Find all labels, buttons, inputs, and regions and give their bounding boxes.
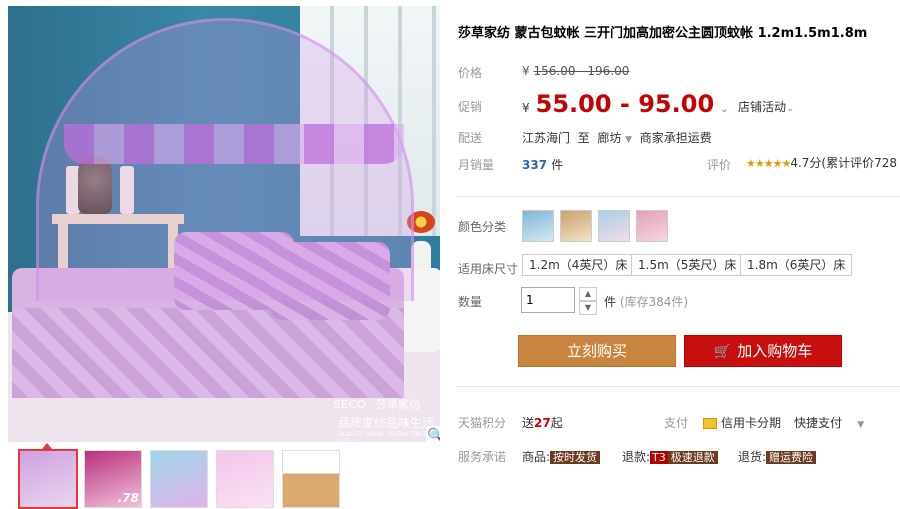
color-swatch[interactable] <box>522 210 554 242</box>
promise-refund: 退款: T3 极速退款 <box>622 448 718 465</box>
zoom-icon[interactable]: 🔍 <box>426 426 440 442</box>
color-label: 颜色分类 <box>458 220 507 234</box>
watermark-logo: SECO 莎草家纺 <box>333 398 420 411</box>
promo-label: 促销 <box>458 100 483 114</box>
color-swatch[interactable] <box>598 210 630 242</box>
qty-label: 数量 <box>458 295 483 309</box>
color-swatch[interactable] <box>560 210 592 242</box>
promise-return: 退货: 赠运费险 <box>738 448 817 465</box>
promo-price: ¥55.00 - 95.00 ⌄ <box>522 90 729 118</box>
size-option-2[interactable]: 1.5m（5英尺）床 <box>631 254 744 276</box>
qty-decrease-button[interactable]: ▼ <box>579 301 597 315</box>
thumbnail[interactable]: .78 <box>84 450 142 508</box>
qty-increase-button[interactable]: ▲ <box>579 287 597 301</box>
quick-pay[interactable]: 快捷支付 ▼ <box>794 414 864 431</box>
caret-down-icon[interactable]: ▼ <box>857 420 864 430</box>
divider <box>456 386 900 387</box>
thumbnail-badge: .78 <box>117 491 139 505</box>
price-label: 价格 <box>458 66 483 80</box>
ship-to-select[interactable]: 廊坊 <box>597 131 621 145</box>
shop-promo-dropdown[interactable]: 店铺活动⌄ <box>738 98 794 115</box>
thumbnail[interactable] <box>18 443 78 509</box>
buy-now-button[interactable]: 立刻购买 <box>518 335 676 367</box>
monthly-sales: 337 件 <box>522 158 564 172</box>
divider <box>456 196 900 197</box>
thumbnail[interactable] <box>150 450 208 508</box>
size-option-3[interactable]: 1.8m（6英尺）床 <box>740 254 853 276</box>
size-option-1[interactable]: 1.2m（4英尺）床 <box>522 254 635 276</box>
cart-icon: 🛒 <box>713 344 732 360</box>
promise-label: 服务承诺 <box>458 450 507 464</box>
points-label: 天猫积分 <box>458 416 507 430</box>
sales-label: 月销量 <box>458 158 495 172</box>
original-price: ¥ 156.00 - 196.00 <box>522 64 630 78</box>
chevron-down-icon: ⌄ <box>786 103 795 114</box>
credit-installment[interactable]: 信用卡分期 <box>703 414 781 431</box>
quantity-input[interactable] <box>521 287 575 313</box>
rating-label: 评价 <box>707 158 732 172</box>
product-title: 莎草家纺 蒙古包蚊帐 三开门加高加密公主圆顶蚊帐 1.2m1.5m1.8m <box>458 26 868 41</box>
chevron-down-icon[interactable]: ⌄ <box>720 104 728 115</box>
ship-from: 江苏海门 <box>522 131 571 145</box>
watermark-slogan: 品质家纺品味生活 QUALITY HOME TEXTILE TASTE LIFE <box>338 416 435 442</box>
caret-down-icon[interactable]: ▼ <box>625 135 632 145</box>
product-info-panel: 莎草家纺 蒙古包蚊帐 三开门加高加密公主圆顶蚊帐 1.2m1.5m1.8m 价格… <box>456 0 900 509</box>
size-label: 适用床尺寸 <box>458 262 519 276</box>
thumbnail[interactable] <box>216 450 274 508</box>
pay-label: 支付 <box>664 416 689 430</box>
shipping-info: 江苏海门 至 廊坊 ▼ 商家承担运费 <box>522 131 712 145</box>
stock-info: 件 (库存384件) <box>604 295 689 309</box>
thumbnail[interactable] <box>282 450 340 508</box>
promise-goods: 商品: 按时发货 <box>522 448 601 465</box>
star-rating-icon: ★★★★★ <box>746 157 791 170</box>
color-swatch[interactable] <box>636 210 668 242</box>
add-to-cart-button[interactable]: 🛒 加入购物车 <box>684 335 842 367</box>
ship-label: 配送 <box>458 131 483 145</box>
price-box: 价格 ¥ 156.00 - 196.00 促销 ¥55.00 - 95.00 ⌄ … <box>456 52 900 188</box>
main-product-image[interactable]: SECO 莎草家纺 品质家纺品味生活 QUALITY HOME TEXTILE … <box>8 6 440 442</box>
points-info: 送27起 <box>522 416 563 430</box>
credit-card-icon <box>703 418 717 429</box>
shipping-note: 商家承担运费 <box>639 131 712 145</box>
canopy-valance <box>64 124 404 164</box>
thumbnail-strip: .78 <box>8 443 440 509</box>
rating[interactable]: ★★★★★4.7分(累计评价728 <box>746 154 897 171</box>
